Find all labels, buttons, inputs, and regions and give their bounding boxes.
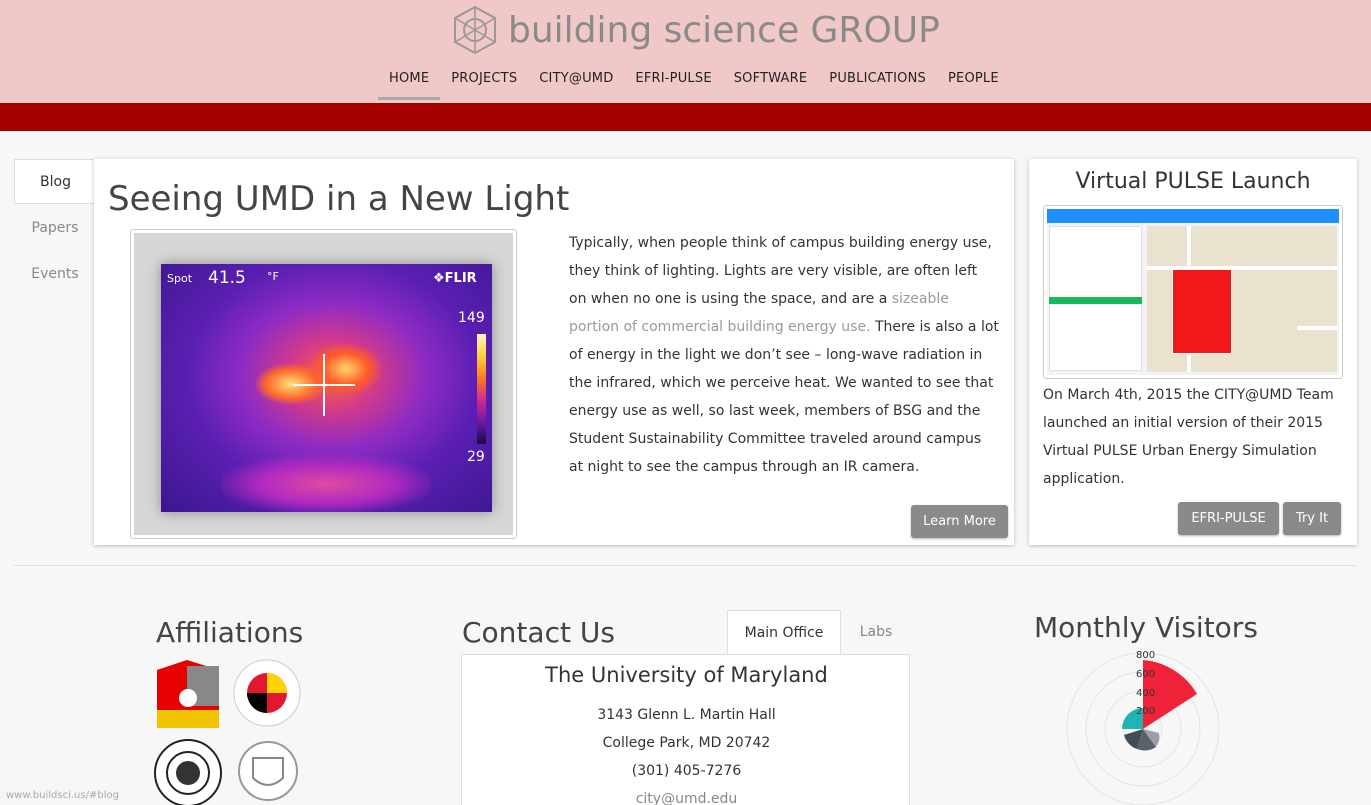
city-umd-logo[interactable] xyxy=(157,660,219,730)
contact-title: Contact Us xyxy=(462,616,615,649)
tab-main-office[interactable]: Main Office xyxy=(727,610,841,654)
penn-state-seal[interactable] xyxy=(153,738,223,805)
tick-200: 200 xyxy=(1136,706,1155,717)
nav-home[interactable]: HOME xyxy=(378,62,441,100)
nav-software[interactable]: SOFTWARE xyxy=(723,62,819,98)
tick-400: 400 xyxy=(1136,688,1155,699)
contact-phone: (301) 405-7276 xyxy=(631,763,742,779)
try-it-button[interactable]: Try It xyxy=(1283,502,1341,535)
university-of-maryland-seal[interactable] xyxy=(232,658,302,728)
brand-name: building science GROUP xyxy=(508,9,940,51)
tick-600: 600 xyxy=(1136,669,1155,680)
affiliations-title: Affiliations xyxy=(156,616,304,649)
site-header: building science GROUP HOME PROJECTS CIT… xyxy=(0,0,1371,103)
virtual-pulse-description: On March 4th, 2015 the CITY@UMD Team lau… xyxy=(1043,387,1334,487)
blog-post-card: Seeing UMD in a New Light Spot 41.5 °F ❖… xyxy=(94,159,1014,545)
nav-publications[interactable]: PUBLICATIONS xyxy=(818,62,937,98)
thermal-image-frame: Spot 41.5 °F ❖FLIR 149 29 xyxy=(130,229,517,539)
accent-bar xyxy=(0,103,1371,131)
contact-address-line1: 3143 Glenn L. Martin Hall xyxy=(597,707,776,723)
monthly-visitors-title: Monthly Visitors xyxy=(1034,611,1258,644)
spot-label: Spot xyxy=(167,272,193,285)
virtual-pulse-screenshot xyxy=(1043,205,1343,379)
virtual-pulse-title: Virtual PULSE Launch xyxy=(1075,169,1311,194)
nav-projects[interactable]: PROJECTS xyxy=(440,62,528,98)
blog-post-title: Seeing UMD in a New Light xyxy=(108,179,570,219)
tab-papers[interactable]: Papers xyxy=(14,205,96,250)
tab-blog[interactable]: Blog xyxy=(14,159,96,204)
temperature-unit: °F xyxy=(267,270,279,283)
spot-value: 41.5 xyxy=(208,268,246,288)
thermal-camera-image: Spot 41.5 °F ❖FLIR 149 29 xyxy=(161,264,492,512)
temperature-scale-bar xyxy=(477,334,486,444)
main-nav: HOME PROJECTS CITY@UMD EFRI-PULSE SOFTWA… xyxy=(378,62,1010,100)
monthly-visitors-chart: 800 600 400 200 xyxy=(1066,650,1220,805)
nav-efri-pulse[interactable]: EFRI-PULSE xyxy=(624,62,722,98)
site-logo[interactable]: building science GROUP xyxy=(450,4,940,56)
content-tabs: Blog Papers Events xyxy=(14,159,96,297)
nav-people[interactable]: PEOPLE xyxy=(937,62,1010,98)
logo-icon xyxy=(454,5,496,55)
learn-more-button[interactable]: Learn More xyxy=(911,505,1008,538)
contact-panel: The University of Maryland 3143 Glenn L.… xyxy=(461,654,910,805)
blog-post-body: Typically, when people think of campus b… xyxy=(569,229,999,481)
tab-labs[interactable]: Labs xyxy=(841,610,911,654)
tick-800: 800 xyxy=(1136,650,1155,661)
section-divider xyxy=(14,565,1357,566)
harvard-seal[interactable] xyxy=(237,740,299,805)
flir-logo: ❖FLIR xyxy=(433,271,477,286)
scale-max: 149 xyxy=(458,310,485,326)
virtual-pulse-card: Virtual PULSE Launch On March 4th, 2015 … xyxy=(1029,159,1357,545)
efri-pulse-button[interactable]: EFRI-PULSE xyxy=(1178,502,1279,535)
status-bar-url: www.buildsci.us/#blog xyxy=(0,789,125,802)
tab-events[interactable]: Events xyxy=(14,251,96,296)
blog-text-rest: There is also a lot of energy in the lig… xyxy=(569,319,999,475)
nav-city-umd[interactable]: CITY@UMD xyxy=(528,62,624,98)
scale-min: 29 xyxy=(467,449,485,465)
contact-address-line2: College Park, MD 20742 xyxy=(602,735,771,751)
contact-organization: The University of Maryland xyxy=(545,663,828,687)
contact-email[interactable]: city@umd.edu xyxy=(462,791,911,805)
